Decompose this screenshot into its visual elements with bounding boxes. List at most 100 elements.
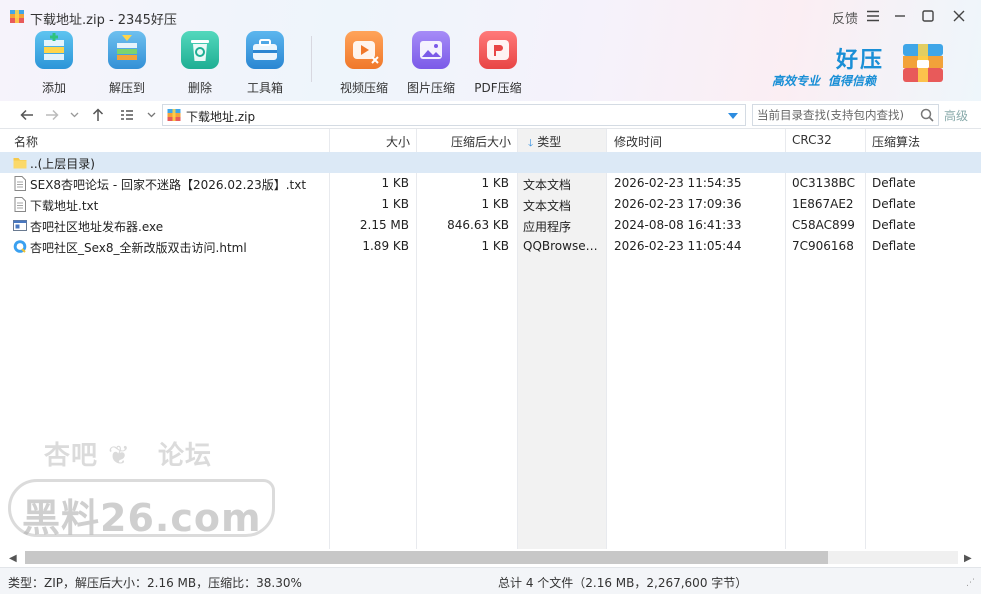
scroll-thumb[interactable] <box>25 551 828 564</box>
image-compress-button[interactable]: 图片压缩 <box>396 31 466 95</box>
path-text: 下载地址.zip <box>186 110 256 124</box>
file-size: 2.15 MB <box>359 218 409 232</box>
brand-name: 好压 <box>836 48 885 73</box>
title-bar: 下载地址.zip - 2345好压 反馈 <box>0 0 981 32</box>
file-name: 杏吧社区地址发布器.exe <box>30 220 164 234</box>
col-header-name[interactable]: 名称 <box>14 133 38 150</box>
video-compress-label: 视频压缩 <box>339 81 388 95</box>
path-field[interactable]: 下载地址.zip <box>162 104 746 126</box>
toolbar-divider <box>311 36 312 82</box>
file-packed-size: 1 KB <box>481 239 509 253</box>
file-name: 下载地址.txt <box>30 199 99 213</box>
brand-area: 好压 高效专业 值得信赖 <box>772 40 972 95</box>
archive-info: 类型：ZIP，解压后大小：2.16 MB，压缩比：38.30% <box>8 576 302 590</box>
extract-label: 解压到 <box>108 81 145 95</box>
minimize-icon[interactable] <box>889 5 911 27</box>
exe-file-icon <box>13 220 27 231</box>
toolbox-label: 工具箱 <box>246 81 283 95</box>
resize-grip-icon[interactable]: ⋰ <box>966 578 975 588</box>
file-size: 1 KB <box>381 176 409 190</box>
brand-slogan: 高效专业 值得信赖 <box>772 72 876 89</box>
scroll-right-icon[interactable]: ▶ <box>964 553 972 564</box>
table-row[interactable]: 杏吧社区_Sex8_全新改版双击访问.html 1.89 KB 1 KB QQB… <box>0 236 981 257</box>
add-archive-icon <box>35 31 73 69</box>
toolbox-icon <box>246 31 284 69</box>
search-icon[interactable] <box>920 108 934 122</box>
file-name: 杏吧社区_Sex8_全新改版双击访问.html <box>30 241 247 255</box>
file-mtime: 2026-02-23 17:09:36 <box>614 197 742 211</box>
file-type: 文本文档 <box>523 178 572 192</box>
watermark-line2: 论坛 <box>158 441 213 471</box>
delete-button[interactable]: 删除 <box>165 31 235 95</box>
forward-arrow-icon[interactable] <box>43 106 61 124</box>
pdf-compress-label: PDF压缩 <box>474 81 522 95</box>
table-row[interactable]: SEX8杏吧论坛 - 回家不迷路【2026.02.23版】.txt 1 KB 1… <box>0 173 981 194</box>
close-icon[interactable] <box>948 5 970 27</box>
zip-archive-icon <box>167 109 181 121</box>
file-crc: 1E867AE2 <box>792 197 854 211</box>
table-row[interactable]: 下载地址.txt 1 KB 1 KB 文本文档 2026-02-23 17:09… <box>0 194 981 215</box>
brand-slogan-2: 值得信赖 <box>828 74 877 88</box>
view-dropdown-icon[interactable] <box>142 106 160 124</box>
folder-icon <box>13 158 27 169</box>
sort-down-icon: 🡓 <box>528 138 534 149</box>
back-arrow-icon[interactable] <box>18 106 36 124</box>
col-header-crc[interactable]: CRC32 <box>792 133 832 147</box>
col-header-method[interactable]: 压缩算法 <box>872 133 920 150</box>
watermark-ornament-icon: ❦ <box>108 441 130 471</box>
window-title: 下载地址.zip - 2345好压 <box>30 13 177 28</box>
file-method: Deflate <box>872 176 916 190</box>
col-header-size[interactable]: 大小 <box>340 133 410 150</box>
brand-slogan-1: 高效专业 <box>772 74 821 88</box>
file-mtime: 2026-02-23 11:05:44 <box>614 239 742 253</box>
col-header-type[interactable]: 🡓 类型 <box>528 133 561 153</box>
pdf-compress-icon <box>479 31 517 69</box>
advanced-search-link[interactable]: 高级 <box>944 107 968 124</box>
extract-icon <box>108 31 146 69</box>
maximize-icon[interactable] <box>917 5 939 27</box>
file-mtime: 2024-08-08 16:41:33 <box>614 218 742 232</box>
file-type: 文本文档 <box>523 199 572 213</box>
file-size: 1 KB <box>381 197 409 211</box>
view-mode-icon[interactable] <box>118 106 136 124</box>
address-bar: 下载地址.zip 高级 <box>0 101 981 129</box>
menu-icon[interactable] <box>862 5 884 27</box>
file-name: SEX8杏吧论坛 - 回家不迷路【2026.02.23版】.txt <box>30 178 307 192</box>
dropdown-small-icon[interactable] <box>65 106 83 124</box>
add-button[interactable]: 添加 <box>19 31 89 95</box>
file-method: Deflate <box>872 218 916 232</box>
file-packed-size: 1 KB <box>481 176 509 190</box>
feedback-link[interactable]: 反馈 <box>832 8 858 27</box>
browser-html-icon <box>13 240 27 253</box>
top-area: 下载地址.zip - 2345好压 反馈 添加 解压到 删除 工具箱 视频压缩 … <box>0 0 981 101</box>
file-packed-size: 846.63 KB <box>447 218 509 232</box>
image-compress-label: 图片压缩 <box>406 81 455 95</box>
file-crc: 0C3138BC <box>792 176 855 190</box>
toolbox-button[interactable]: 工具箱 <box>230 31 300 95</box>
recycle-bin-icon <box>181 31 219 69</box>
up-arrow-icon[interactable] <box>89 106 107 124</box>
file-crc: C58AC899 <box>792 218 855 232</box>
scroll-left-icon[interactable]: ◀ <box>9 553 17 564</box>
table-row[interactable]: 杏吧社区地址发布器.exe 2.15 MB 846.63 KB 应用程序 202… <box>0 215 981 236</box>
col-header-mtime[interactable]: 修改时间 <box>614 133 662 150</box>
file-crc: 7C906168 <box>792 239 854 253</box>
status-bar: 类型：ZIP，解压后大小：2.16 MB，压缩比：38.30% 总计 4 个文件… <box>0 567 981 594</box>
file-packed-size: 1 KB <box>481 197 509 211</box>
extract-button[interactable]: 解压到 <box>92 31 162 95</box>
watermark: 杏吧 论坛 ❦ 黑料26.com <box>8 435 278 540</box>
search-box <box>752 104 939 126</box>
file-method: Deflate <box>872 197 916 211</box>
col-header-packed[interactable]: 压缩后大小 <box>420 133 511 150</box>
pdf-compress-button[interactable]: PDF压缩 <box>463 31 533 95</box>
brand-logo-icon <box>903 44 943 82</box>
video-compress-button[interactable]: 视频压缩 <box>329 31 399 95</box>
parent-directory-row[interactable]: ..(上层目录) <box>0 152 981 173</box>
horizontal-scrollbar[interactable]: ◀ ▶ <box>0 549 981 567</box>
search-input[interactable] <box>753 105 917 125</box>
file-type: QQBrowse… <box>523 239 598 253</box>
col-header-type-label: 类型 <box>537 135 562 149</box>
image-compress-icon <box>412 31 450 69</box>
path-dropdown-icon[interactable] <box>728 113 738 119</box>
column-header-row: 名称 大小 压缩后大小 🡓 类型 修改时间 CRC32 压缩算法 <box>0 129 981 152</box>
